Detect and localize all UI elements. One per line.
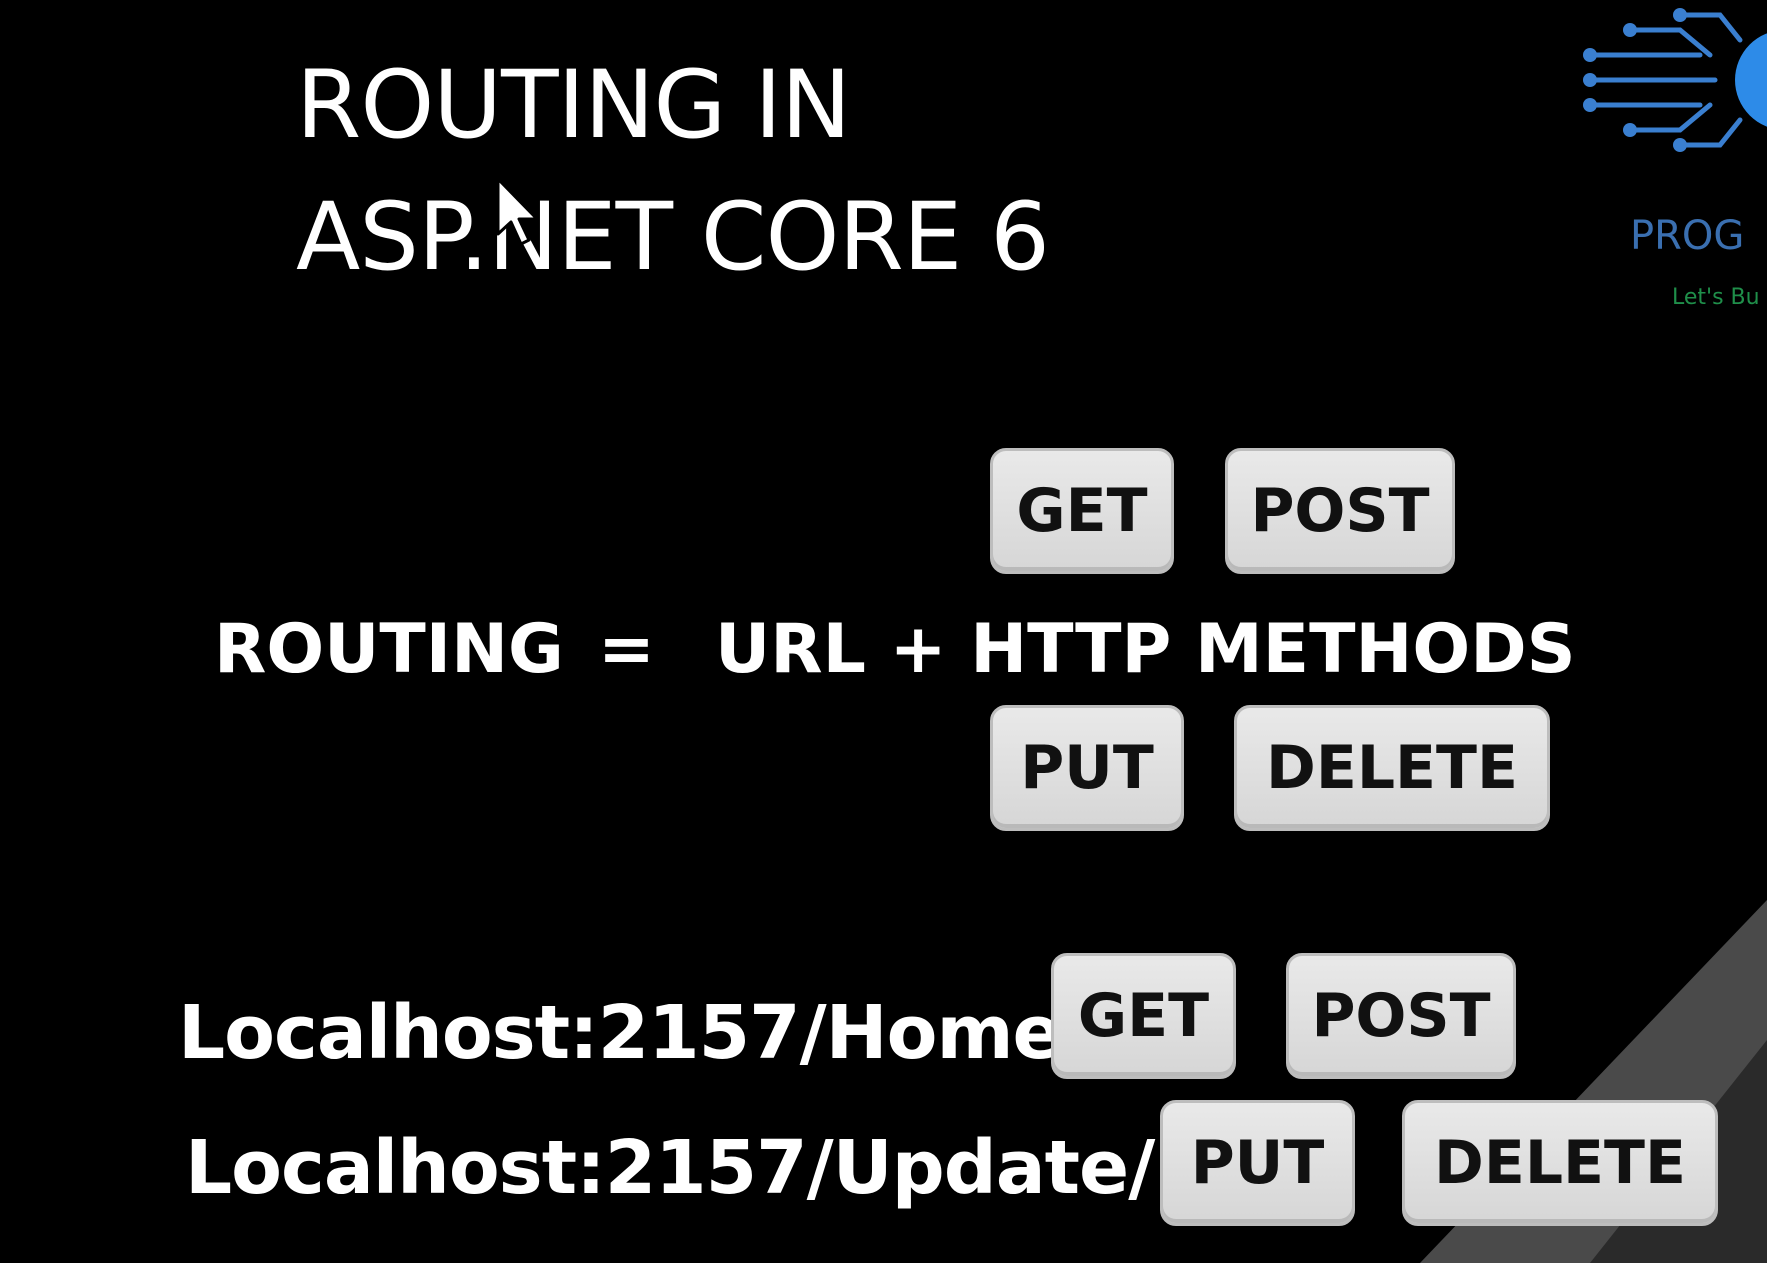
- update-put-button[interactable]: PUT: [1160, 1100, 1355, 1226]
- equals-sign: =: [598, 610, 655, 689]
- home-post-button[interactable]: POST: [1286, 953, 1516, 1079]
- title-line-2: ASP.NET CORE 6: [296, 183, 1050, 292]
- routing-term: ROUTING: [214, 610, 564, 689]
- slide-title: ROUTING IN ASP.NET CORE 6: [296, 40, 1050, 304]
- circuit-logo-icon: [1583, 8, 1767, 152]
- put-method-button[interactable]: PUT: [990, 705, 1184, 831]
- update-delete-button[interactable]: DELETE: [1402, 1100, 1718, 1226]
- get-method-button[interactable]: GET: [990, 448, 1174, 574]
- example-url-home: Localhost:2157/Home: [178, 990, 1063, 1076]
- logo-tagline: Let's Bu: [1672, 285, 1760, 310]
- home-get-button[interactable]: GET: [1051, 953, 1236, 1079]
- delete-method-button[interactable]: DELETE: [1234, 705, 1550, 831]
- example-url-update: Localhost:2157/Update/1: [185, 1125, 1206, 1211]
- post-method-button[interactable]: POST: [1225, 448, 1455, 574]
- title-line-1: ROUTING IN: [296, 51, 851, 160]
- url-http-methods-term: URL + HTTP METHODS: [715, 610, 1576, 689]
- mouse-cursor-icon: [496, 177, 539, 246]
- logo-text: PROG: [1630, 213, 1745, 259]
- brand-logo: PROG Let's Bu: [1570, 0, 1767, 320]
